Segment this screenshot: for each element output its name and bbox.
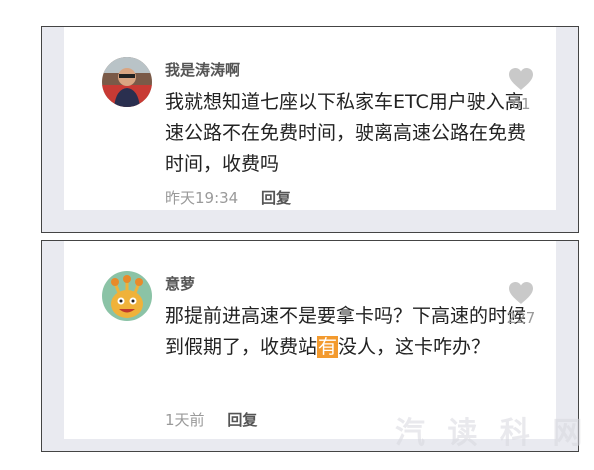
comment-text: 那提前进高速不是要拿卡吗？下高速的时候到假期了，收费站有没人，这卡咋办？	[165, 301, 535, 363]
reply-button[interactable]: 回复	[261, 189, 291, 207]
like-button[interactable]: 61	[486, 67, 556, 113]
heart-icon[interactable]	[486, 67, 556, 91]
like-button[interactable]: 227	[486, 281, 556, 327]
reply-button[interactable]: 回复	[227, 411, 257, 429]
like-count: 227	[506, 309, 536, 327]
highlighted-text: 有	[317, 336, 339, 358]
cartoon-monster-avatar-icon[interactable]	[102, 271, 152, 321]
comment-meta: 昨天19:34 回复	[165, 187, 291, 208]
comment-time: 昨天19:34	[165, 189, 239, 207]
comment-text: 我就想知道七座以下私家车ETC用户驶入高速公路不在免费时间，驶离高速公路在免费时…	[165, 91, 527, 175]
comment-meta: 1天前 回复	[165, 409, 257, 430]
user-photo-avatar-icon[interactable]	[102, 57, 152, 107]
comment-text-part: 没人，这卡咋办？	[338, 336, 491, 358]
comment-time: 1天前	[165, 411, 205, 429]
comment-card: 我是涛涛啊 我就想知道七座以下私家车ETC用户驶入高速公路不在免费时间，驶离高速…	[41, 26, 579, 233]
username[interactable]: 我是涛涛啊	[165, 59, 240, 80]
heart-icon[interactable]	[486, 281, 556, 305]
username[interactable]: 意萝	[165, 273, 195, 294]
comment-panel: 我是涛涛啊 我就想知道七座以下私家车ETC用户驶入高速公路不在免费时间，驶离高速…	[64, 27, 556, 210]
like-count: 61	[511, 95, 531, 113]
watermark: 汽 读 科 网	[395, 416, 589, 451]
